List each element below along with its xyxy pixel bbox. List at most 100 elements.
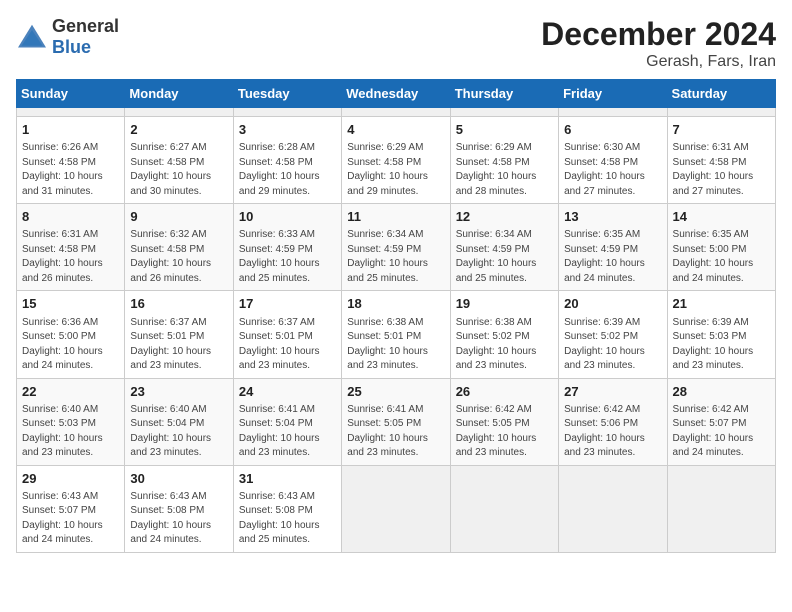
day-number: 9 xyxy=(130,208,227,226)
day-info: Sunrise: 6:27 AM Sunset: 4:58 PM Dayligh… xyxy=(130,141,227,199)
day-number: 29 xyxy=(22,470,119,488)
calendar-cell: 23 Sunrise: 6:40 AM Sunset: 5:04 PM Dayli… xyxy=(125,378,233,465)
calendar-week-row: 15 Sunrise: 6:36 AM Sunset: 5:00 PM Dayli… xyxy=(17,291,776,378)
logo-icon xyxy=(16,23,48,51)
calendar-header-row: SundayMondayTuesdayWednesdayThursdayFrid… xyxy=(17,80,776,108)
day-number: 14 xyxy=(673,208,770,226)
day-info: Sunrise: 6:31 AM Sunset: 4:58 PM Dayligh… xyxy=(22,228,119,286)
calendar-cell xyxy=(342,465,450,552)
calendar-cell: 14Sunrise: 6:35 AM Sunset: 5:00 PM Dayli… xyxy=(667,204,775,291)
calendar-cell xyxy=(342,108,450,117)
title-block: December 2024 Gerash, Fars, Iran xyxy=(541,16,776,71)
location-title: Gerash, Fars, Iran xyxy=(541,53,776,71)
day-info: Sunrise: 6:30 AM Sunset: 4:58 PM Dayligh… xyxy=(564,141,661,199)
day-info: Sunrise: 6:43 AM Sunset: 5:08 PM Dayligh… xyxy=(239,490,336,548)
day-info: Sunrise: 6:33 AM Sunset: 4:59 PM Dayligh… xyxy=(239,228,336,286)
calendar-cell: 9Sunrise: 6:32 AM Sunset: 4:58 PM Daylig… xyxy=(125,204,233,291)
day-number: 6 xyxy=(564,121,661,139)
day-info: Sunrise: 6:39 AM Sunset: 5:03 PM Dayligh… xyxy=(673,316,770,374)
day-number: 15 xyxy=(22,295,119,313)
day-info: Sunrise: 6:28 AM Sunset: 4:58 PM Dayligh… xyxy=(239,141,336,199)
calendar-cell: 17Sunrise: 6:37 AM Sunset: 5:01 PM Dayli… xyxy=(233,291,341,378)
calendar-cell: 4 Sunrise: 6:29 AM Sunset: 4:58 PM Daylig… xyxy=(342,117,450,204)
logo-text-blue: Blue xyxy=(52,37,91,57)
day-info: Sunrise: 6:42 AM Sunset: 5:05 PM Dayligh… xyxy=(456,403,553,461)
logo-text-general: General xyxy=(52,16,119,36)
day-info: Sunrise: 6:43 AM Sunset: 5:08 PM Dayligh… xyxy=(130,490,227,548)
day-number: 7 xyxy=(673,121,770,139)
calendar-cell: 26 Sunrise: 6:42 AM Sunset: 5:05 PM Dayli… xyxy=(450,378,558,465)
day-number: 20 xyxy=(564,295,661,313)
calendar-cell xyxy=(17,108,125,117)
day-info: Sunrise: 6:42 AM Sunset: 5:06 PM Dayligh… xyxy=(564,403,661,461)
calendar-cell: 28Sunrise: 6:42 AM Sunset: 5:07 PM Dayli… xyxy=(667,378,775,465)
calendar-cell xyxy=(667,108,775,117)
calendar-cell xyxy=(125,108,233,117)
calendar-cell: 11 Sunrise: 6:34 AM Sunset: 4:59 PM Dayli… xyxy=(342,204,450,291)
day-number: 22 xyxy=(22,383,119,401)
calendar-cell: 5Sunrise: 6:29 AM Sunset: 4:58 PM Daylig… xyxy=(450,117,558,204)
day-number: 26 xyxy=(456,383,553,401)
day-info: Sunrise: 6:37 AM Sunset: 5:01 PM Dayligh… xyxy=(130,316,227,374)
day-number: 16 xyxy=(130,295,227,313)
calendar-cell: 3 Sunrise: 6:28 AM Sunset: 4:58 PM Daylig… xyxy=(233,117,341,204)
day-info: Sunrise: 6:34 AM Sunset: 4:59 PM Dayligh… xyxy=(456,228,553,286)
calendar-week-row: 22Sunrise: 6:40 AM Sunset: 5:03 PM Dayli… xyxy=(17,378,776,465)
day-of-week-header: Friday xyxy=(559,80,667,108)
calendar-cell: 12Sunrise: 6:34 AM Sunset: 4:59 PM Dayli… xyxy=(450,204,558,291)
calendar-week-row xyxy=(17,108,776,117)
day-number: 23 xyxy=(130,383,227,401)
calendar-cell xyxy=(450,108,558,117)
calendar-week-row: 29 Sunrise: 6:43 AM Sunset: 5:07 PM Dayli… xyxy=(17,465,776,552)
day-number: 31 xyxy=(239,470,336,488)
calendar-cell: 16 Sunrise: 6:37 AM Sunset: 5:01 PM Dayli… xyxy=(125,291,233,378)
calendar-cell xyxy=(667,465,775,552)
day-number: 4 xyxy=(347,121,444,139)
day-of-week-header: Monday xyxy=(125,80,233,108)
day-info: Sunrise: 6:34 AM Sunset: 4:59 PM Dayligh… xyxy=(347,228,444,286)
day-number: 11 xyxy=(347,208,444,226)
calendar-cell: 31 Sunrise: 6:43 AM Sunset: 5:08 PM Dayli… xyxy=(233,465,341,552)
day-of-week-header: Tuesday xyxy=(233,80,341,108)
day-number: 27 xyxy=(564,383,661,401)
day-of-week-header: Thursday xyxy=(450,80,558,108)
day-info: Sunrise: 6:36 AM Sunset: 5:00 PM Dayligh… xyxy=(22,316,119,374)
calendar-cell: 21 Sunrise: 6:39 AM Sunset: 5:03 PM Dayli… xyxy=(667,291,775,378)
day-info: Sunrise: 6:26 AM Sunset: 4:58 PM Dayligh… xyxy=(22,141,119,199)
day-number: 13 xyxy=(564,208,661,226)
day-info: Sunrise: 6:37 AM Sunset: 5:01 PM Dayligh… xyxy=(239,316,336,374)
calendar-cell: 19 Sunrise: 6:38 AM Sunset: 5:02 PM Dayli… xyxy=(450,291,558,378)
calendar-cell: 13 Sunrise: 6:35 AM Sunset: 4:59 PM Dayli… xyxy=(559,204,667,291)
calendar-cell: 8Sunrise: 6:31 AM Sunset: 4:58 PM Daylig… xyxy=(17,204,125,291)
calendar-cell: 29 Sunrise: 6:43 AM Sunset: 5:07 PM Dayli… xyxy=(17,465,125,552)
day-of-week-header: Wednesday xyxy=(342,80,450,108)
day-info: Sunrise: 6:35 AM Sunset: 4:59 PM Dayligh… xyxy=(564,228,661,286)
day-info: Sunrise: 6:41 AM Sunset: 5:04 PM Dayligh… xyxy=(239,403,336,461)
day-number: 18 xyxy=(347,295,444,313)
day-info: Sunrise: 6:40 AM Sunset: 5:04 PM Dayligh… xyxy=(130,403,227,461)
day-info: Sunrise: 6:43 AM Sunset: 5:07 PM Dayligh… xyxy=(22,490,119,548)
day-info: Sunrise: 6:38 AM Sunset: 5:02 PM Dayligh… xyxy=(456,316,553,374)
calendar-cell: 20Sunrise: 6:39 AM Sunset: 5:02 PM Dayli… xyxy=(559,291,667,378)
day-number: 24 xyxy=(239,383,336,401)
calendar-cell: 24 Sunrise: 6:41 AM Sunset: 5:04 PM Dayli… xyxy=(233,378,341,465)
calendar-cell: 27 Sunrise: 6:42 AM Sunset: 5:06 PM Dayli… xyxy=(559,378,667,465)
day-info: Sunrise: 6:29 AM Sunset: 4:58 PM Dayligh… xyxy=(347,141,444,199)
calendar-cell: 15 Sunrise: 6:36 AM Sunset: 5:00 PM Dayli… xyxy=(17,291,125,378)
day-number: 1 xyxy=(22,121,119,139)
logo: General Blue xyxy=(16,16,119,58)
calendar-cell: 10Sunrise: 6:33 AM Sunset: 4:59 PM Dayli… xyxy=(233,204,341,291)
day-number: 28 xyxy=(673,383,770,401)
day-number: 3 xyxy=(239,121,336,139)
day-number: 21 xyxy=(673,295,770,313)
calendar-cell xyxy=(559,108,667,117)
day-number: 2 xyxy=(130,121,227,139)
calendar-cell: 2 Sunrise: 6:27 AM Sunset: 4:58 PM Daylig… xyxy=(125,117,233,204)
calendar-cell: 25Sunrise: 6:41 AM Sunset: 5:05 PM Dayli… xyxy=(342,378,450,465)
calendar-cell xyxy=(450,465,558,552)
calendar-cell: 22Sunrise: 6:40 AM Sunset: 5:03 PM Dayli… xyxy=(17,378,125,465)
day-of-week-header: Sunday xyxy=(17,80,125,108)
calendar-week-row: 8Sunrise: 6:31 AM Sunset: 4:58 PM Daylig… xyxy=(17,204,776,291)
day-number: 19 xyxy=(456,295,553,313)
calendar-week-row: 1 Sunrise: 6:26 AM Sunset: 4:58 PM Daylig… xyxy=(17,117,776,204)
